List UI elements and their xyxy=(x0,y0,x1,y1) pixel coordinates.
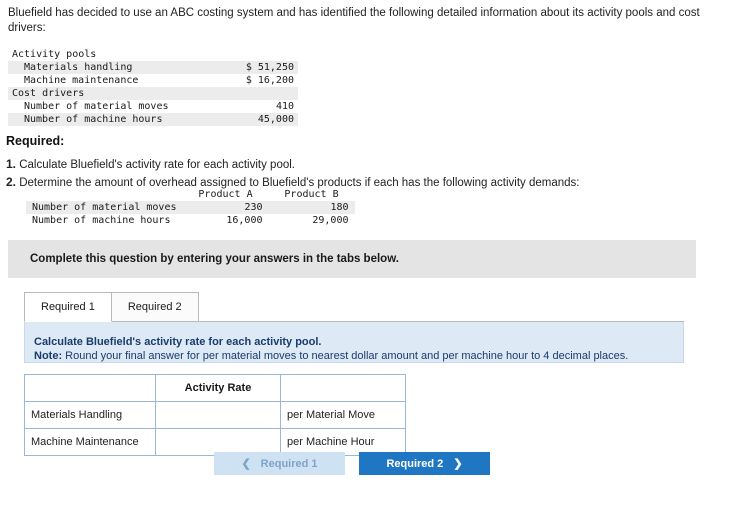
table-row: Materials Handling per Material Move xyxy=(24,401,406,429)
row-value: 410 xyxy=(275,101,294,112)
table-row: Cost drivers xyxy=(8,87,298,100)
row-label: Cost drivers xyxy=(12,88,85,99)
column-header-product-a: Product A xyxy=(198,189,253,200)
instruction-banner-text: Complete this question by entering your … xyxy=(30,253,399,265)
cost-data-table: Activity pools Materials handling $ 51,2… xyxy=(8,48,298,126)
note-label: Note: xyxy=(34,350,63,362)
answer-grid: Activity Rate Materials Handling per Mat… xyxy=(24,374,406,456)
column-header-product-b: Product B xyxy=(284,189,339,200)
requirement-item: 1. Calculate Bluefield's activity rate f… xyxy=(6,156,736,174)
row-label: Materials handling xyxy=(24,62,133,73)
row-value xyxy=(204,48,298,61)
previous-required-label: Required 1 xyxy=(260,457,318,470)
row-label-materials-handling: Materials Handling xyxy=(24,401,156,429)
row-label: Number of machine hours xyxy=(32,215,171,226)
previous-required-button[interactable]: ❮ Required 1 xyxy=(214,452,345,475)
table-row: Machine maintenance $ 16,200 xyxy=(8,74,298,87)
question-prompt: Calculate Bluefield's activity rate for … xyxy=(34,336,322,348)
chevron-right-icon: ❯ xyxy=(453,458,463,470)
tab-bar: Required 1 Required 2 xyxy=(24,292,199,322)
cell-product-a: 16,000 xyxy=(226,215,263,226)
next-required-button[interactable]: Required 2 ❯ xyxy=(359,452,490,475)
row-label: Activity pools xyxy=(12,49,97,60)
row-value: 45,000 xyxy=(257,114,294,125)
tab-required-2[interactable]: Required 2 xyxy=(110,292,199,322)
question-note: Note: Round your final answer for per ma… xyxy=(34,350,628,362)
grid-corner-cell xyxy=(24,374,156,402)
table-header-row: Activity Rate xyxy=(24,374,406,402)
requirement-number: 1. xyxy=(6,157,17,171)
tab-required-1[interactable]: Required 1 xyxy=(24,292,112,322)
row-label: Number of material moves xyxy=(24,101,169,112)
requirement-number: 2. xyxy=(6,175,17,189)
table-row: Number of machine hours 16,000 29,000 xyxy=(26,214,355,227)
row-label: Number of material moves xyxy=(32,202,177,213)
column-header-activity-rate: Activity Rate xyxy=(155,374,281,402)
table-row: Number of material moves 410 xyxy=(8,100,298,113)
table-row: Number of machine hours 45,000 xyxy=(8,113,298,126)
cell-product-b: 180 xyxy=(330,202,349,213)
row-label-machine-maintenance: Machine Maintenance xyxy=(24,428,156,456)
table-row: Number of material moves 230 180 xyxy=(26,201,355,214)
row-value: $ 51,250 xyxy=(245,62,294,73)
table-header-row: Product A Product B xyxy=(26,188,355,201)
table-row: Activity pools xyxy=(8,48,298,61)
problem-statement: Bluefield has decided to use an ABC cost… xyxy=(8,7,700,34)
row-label: Machine maintenance xyxy=(24,75,139,86)
row-label: Number of machine hours xyxy=(24,114,163,125)
input-materials-handling-rate[interactable] xyxy=(155,401,281,429)
cell-product-a: 230 xyxy=(244,202,263,213)
next-required-label: Required 2 xyxy=(386,457,444,470)
column-header-unit xyxy=(280,374,406,402)
row-value xyxy=(204,87,298,100)
column-header-blank xyxy=(26,188,183,201)
required-heading: Required: xyxy=(6,134,65,148)
row-value: $ 16,200 xyxy=(245,75,294,86)
requirement-text: Calculate Bluefield's activity rate for … xyxy=(19,159,295,171)
unit-materials-handling: per Material Move xyxy=(280,401,406,429)
note-text: Round your final answer for per material… xyxy=(62,350,629,362)
cell-product-b: 29,000 xyxy=(312,215,349,226)
table-row: Materials handling $ 51,250 xyxy=(8,61,298,74)
requirements-list: 1. Calculate Bluefield's activity rate f… xyxy=(6,156,736,192)
activity-demands-table: Product A Product B Number of material m… xyxy=(26,188,355,227)
chevron-left-icon: ❮ xyxy=(241,458,251,470)
